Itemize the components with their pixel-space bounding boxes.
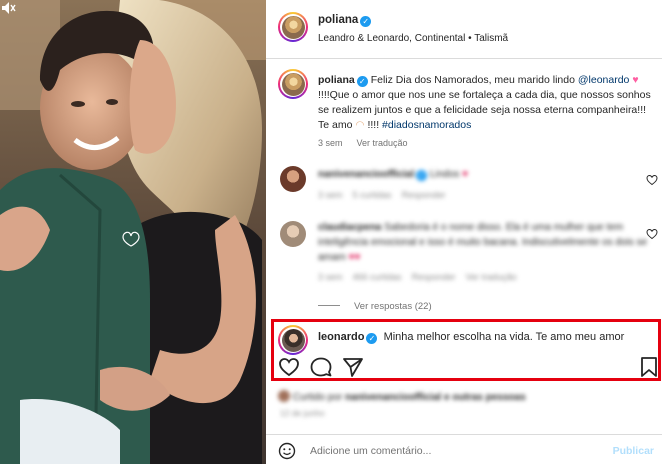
verified-badge-icon: ✓ [356,76,368,87]
caption-time: 3 sem [318,138,343,148]
comment-avatar[interactable] [280,221,306,247]
comment-text: Lindos [429,169,460,180]
post-caption: poliana ✓ Feliz Dia dos Namorados, meu ma… [318,73,653,133]
reply-link[interactable]: Responder [402,190,446,200]
see-translation-link[interactable]: Ver tradução [357,138,408,148]
author-avatar[interactable] [278,12,308,42]
liked-by-prefix: Curtido por [292,392,343,403]
caption-hashtag[interactable]: #diadosnamorados [382,119,471,131]
post-date: 12 de junho [280,408,325,418]
caption-text-3: !!!! [367,119,380,131]
highlight-frame [271,319,661,381]
view-replies-link[interactable]: Ver respostas (22) [318,301,432,312]
author-header[interactable]: poliana ✓ [318,14,372,27]
like-comment-heart-icon[interactable] [646,174,658,186]
comment-item: nanivenancioofficial ✓ Lindos ♥ [318,167,468,182]
comment-box-divider [266,434,662,435]
comment-meta: 3 sem 466 curtidas Responder Ver traduçã… [318,272,517,282]
like-comment-heart-icon[interactable] [646,228,658,240]
add-comment-row: Publicar [266,436,662,464]
comment-likes[interactable]: 5 curtidas [353,190,392,200]
post-location[interactable]: Leandro & Leonardo, Continental • Talism… [318,33,508,44]
see-translation-link[interactable]: Ver tradução [466,272,517,282]
couple-photo-illustration [0,0,266,464]
pink-heart-icon: ♥ [632,74,639,86]
comment-likes[interactable]: 466 curtidas [353,272,402,282]
verified-badge-icon: ✓ [416,170,428,181]
liked-by-user[interactable]: nanivenancioofficial [345,392,441,403]
replies-line [318,305,340,306]
hug-emoji-icon: ◠ [355,119,365,131]
red-heart-icon: ♥♥ [348,252,361,263]
author-username[interactable]: poliana [318,14,358,26]
liked-by-suffix[interactable]: e outras pessoas [444,392,526,403]
comment-username[interactable]: nanivenancioofficial [318,169,414,180]
mute-icon[interactable] [0,0,16,16]
caption-avatar[interactable] [278,69,308,99]
comment-item: claudiacpena Sabedoria é o nome disso. E… [318,220,648,265]
caption-username[interactable]: poliana [318,74,355,86]
reply-link[interactable]: Responder [412,272,456,282]
publish-button[interactable]: Publicar [613,445,654,457]
comment-time: 3 sem [318,190,343,200]
emoji-icon[interactable] [278,442,296,460]
verified-badge-icon: ✓ [360,16,372,27]
comment-meta: 3 sem 5 curtidas Responder [318,190,446,200]
comment-avatar[interactable] [280,166,306,192]
post-photo[interactable] [0,0,266,464]
header-divider [266,58,662,59]
caption-text-1: Feliz Dia dos Namorados, meu marido lind… [370,74,575,86]
add-comment-input[interactable] [310,442,600,460]
post-detail-panel: poliana ✓ Leandro & Leonardo, Continental… [266,0,662,464]
view-replies-label[interactable]: Ver respostas (22) [354,301,432,312]
red-heart-icon: ♥ [462,169,469,180]
comment-time: 3 sem [318,272,343,282]
liked-by: Curtido por nanivenancioofficial e outra… [278,390,526,403]
comment-username[interactable]: claudiacpena [318,222,381,233]
caption-mention[interactable]: @leonardo [578,74,630,86]
liker-avatar [278,390,290,402]
caption-meta: 3 sem Ver tradução [318,138,422,148]
